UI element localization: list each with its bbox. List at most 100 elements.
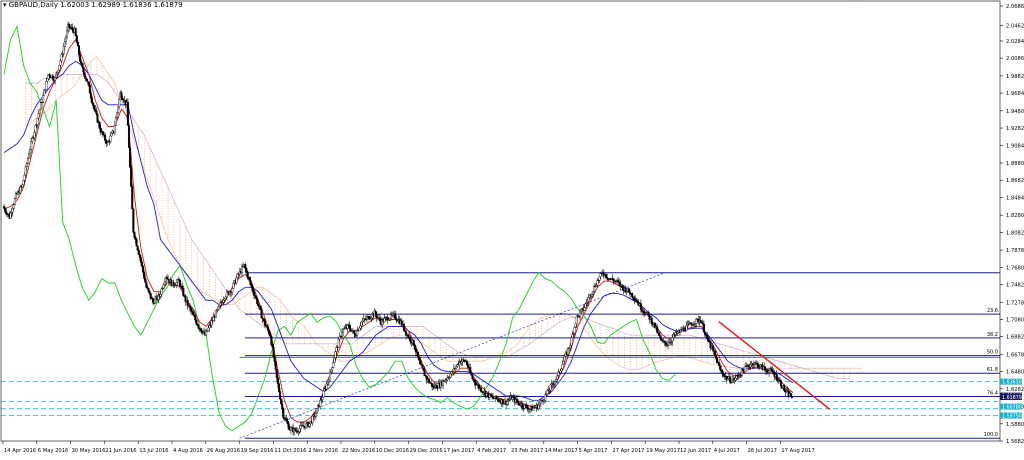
candle-body	[113, 125, 116, 133]
y-tick-label: 1.7680	[1006, 265, 1024, 271]
candle-body	[471, 374, 474, 380]
dropdown-triangle-icon[interactable]: ▾	[3, 1, 7, 9]
candle-body	[325, 383, 328, 390]
candle-body	[409, 337, 412, 342]
candle-body	[578, 311, 581, 317]
candle-body	[56, 71, 59, 75]
indicator-lines	[3, 25, 794, 432]
candle-body	[707, 336, 710, 342]
candle-body	[192, 311, 195, 315]
candle-body	[574, 323, 577, 328]
candle-body	[586, 300, 589, 303]
candle-body	[130, 166, 133, 187]
candle-body	[3, 206, 6, 209]
candle-body	[311, 415, 314, 423]
x-tick-label: 6 May 2016	[38, 448, 69, 454]
candle-body	[418, 357, 421, 361]
y-tick-label: 1.6882	[1006, 335, 1024, 341]
candle-body	[598, 276, 601, 281]
candle-body	[34, 125, 37, 133]
candle-body	[101, 131, 104, 135]
y-tick-label: 1.9882	[1006, 74, 1024, 80]
candle-body	[241, 266, 244, 274]
candle-body	[251, 287, 254, 292]
candle-body	[660, 338, 663, 341]
fib-level-label: 23.6	[987, 308, 998, 314]
x-tick-label: 4 Aug 2016	[173, 448, 203, 454]
candle-body	[611, 278, 614, 281]
y-tick-label: 1.9084	[1006, 143, 1024, 149]
candle-body	[82, 66, 85, 73]
candle-body	[93, 105, 96, 110]
candle-body	[719, 365, 722, 370]
candle-body	[480, 387, 483, 392]
price-tag-label: 1.63650	[1002, 380, 1022, 386]
candle-body	[728, 376, 731, 383]
y-tick-label: 1.7278	[1006, 300, 1024, 306]
candle-body	[210, 320, 213, 326]
candle-body	[768, 370, 771, 373]
candle-body	[12, 204, 15, 209]
candle-body	[13, 198, 16, 205]
candle-body	[181, 286, 184, 289]
candle-body	[27, 153, 30, 159]
candle-body	[71, 27, 74, 30]
candle-body	[275, 368, 278, 378]
candle-body	[159, 294, 162, 297]
candle-body	[279, 391, 282, 400]
candle-body	[506, 401, 509, 405]
ohlc-readout: 1.62003 1.62989 1.61836 1.61879	[60, 1, 183, 9]
y-tick-label: 1.7482	[1006, 283, 1024, 289]
candle-body	[402, 324, 405, 331]
candle-body	[650, 317, 653, 324]
candle-body	[703, 331, 706, 336]
axes: 2.0686 2.0462 2.0284 2.0086 1.9882 1.9684 1.94…	[0, 0, 1024, 454]
candle-body	[590, 293, 593, 297]
candle-body	[172, 281, 175, 286]
candle-body	[218, 305, 221, 308]
candle-body	[319, 400, 322, 407]
y-tick-label: 1.6282	[1006, 387, 1024, 393]
candle-body	[559, 370, 562, 374]
candle-body	[575, 316, 578, 325]
candle-body	[358, 327, 361, 331]
candle-body	[273, 356, 276, 362]
candle-body	[225, 291, 228, 298]
candle-body	[731, 379, 734, 383]
candle-body	[460, 361, 463, 364]
candle-body	[326, 381, 329, 385]
y-tick-label: 2.0462	[1006, 23, 1024, 29]
candle-body	[271, 344, 274, 348]
y-tick-label: 1.9684	[1006, 91, 1024, 97]
candle-body	[280, 398, 283, 404]
x-tick-label: 30 May 2016	[72, 448, 106, 454]
candle-body	[495, 395, 498, 399]
candle-body	[556, 375, 559, 380]
y-tick-label: 1.7878	[1006, 248, 1024, 254]
candle-body	[405, 331, 408, 336]
x-tick-label: 13 Jul 2016	[139, 448, 168, 454]
candle-body	[359, 325, 362, 329]
candle-body	[77, 45, 80, 55]
x-tick-label: 26 Aug 2016	[207, 448, 240, 454]
candle-body	[298, 428, 301, 433]
candle-body	[186, 299, 189, 306]
candle-body	[722, 373, 725, 377]
candle-body	[560, 368, 563, 371]
y-tick-label: 1.8880	[1006, 161, 1024, 167]
candle-body	[162, 284, 165, 289]
candle-body	[734, 377, 737, 381]
candle-body	[81, 63, 84, 68]
candle-body	[55, 73, 58, 78]
candle-body	[455, 366, 458, 370]
candle-body	[37, 113, 40, 119]
candle-body	[244, 264, 247, 269]
candle-body	[322, 390, 325, 398]
y-tick-label: 1.8682	[1006, 178, 1024, 184]
y-tick-label: 1.5880	[1006, 422, 1024, 428]
x-tick-label: 14 Apr 2016	[4, 448, 36, 454]
candle-body	[235, 277, 238, 284]
candle-body	[19, 186, 22, 194]
candle-body	[4, 208, 7, 212]
gbpaud-daily-chart: 23.638.250.061.876.4100.0 2.06862.04622.…	[0, 0, 1024, 454]
